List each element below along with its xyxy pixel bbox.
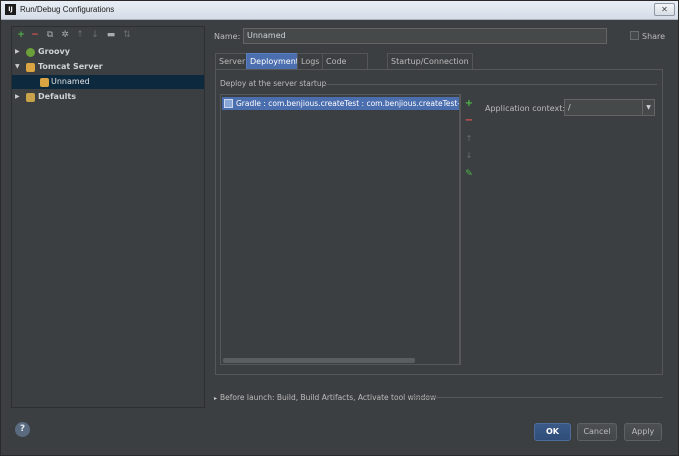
tree-item-defaults[interactable]: ▶ Defaults: [12, 90, 204, 104]
add-icon[interactable]: +: [16, 30, 26, 40]
expand-arrow-icon[interactable]: ▸: [214, 395, 217, 402]
before-launch-section[interactable]: ▸ Before launch: Build, Build Artifacts, …: [214, 393, 436, 402]
edit-artifact-icon[interactable]: ✎: [464, 169, 474, 179]
tab-code-coverage[interactable]: Code Coverage: [322, 53, 369, 81]
artifacts-toolbar: + − ↑ ↓ ✎: [460, 94, 476, 365]
cancel-button[interactable]: Cancel: [577, 423, 617, 441]
tree-item-label: Unnamed: [51, 77, 90, 86]
intellij-app-icon: IJ: [5, 4, 16, 15]
tree-item-tomcat-server[interactable]: ▼ Tomcat Server: [12, 60, 204, 74]
expand-arrow-icon[interactable]: ▶: [15, 45, 23, 59]
tree-item-label: Tomcat Server: [38, 62, 103, 71]
tomcat-config-icon: [40, 78, 49, 87]
configurations-toolbar: + − ⧉ ✲ ↑ ↓ ▬ ⇅: [12, 27, 204, 44]
move-down-icon[interactable]: ↓: [464, 151, 474, 161]
tab-deployment[interactable]: Deployment: [246, 53, 303, 69]
edit-defaults-icon[interactable]: ✲: [60, 30, 70, 40]
remove-icon[interactable]: −: [30, 30, 40, 40]
tree-item-label: Groovy: [38, 47, 70, 56]
tree-item-unnamed[interactable]: Unnamed: [12, 75, 204, 89]
folder-icon[interactable]: ▬: [106, 30, 116, 40]
gradle-artifact-icon: [224, 99, 233, 108]
ok-button[interactable]: OK: [534, 423, 571, 441]
tree-item-label: Defaults: [38, 92, 76, 101]
sort-icon[interactable]: ⇅: [122, 30, 132, 40]
application-context-combobox[interactable]: / ▼: [564, 99, 655, 116]
collapse-arrow-icon[interactable]: ▼: [15, 60, 23, 74]
artifact-label: Gradle : com.benjious.createTest : com.b…: [236, 99, 459, 108]
configurations-panel: + − ⧉ ✲ ↑ ↓ ▬ ⇅ ▶ Groovy ▼ Tomcat Server…: [11, 26, 205, 408]
share-checkbox[interactable]: [630, 31, 639, 40]
groovy-icon: [26, 48, 35, 57]
artifacts-list[interactable]: Gradle : com.benjious.createTest : com.b…: [220, 94, 460, 365]
tab-server[interactable]: Server: [215, 53, 250, 69]
apply-button[interactable]: Apply: [624, 423, 662, 441]
move-down-icon[interactable]: ↓: [90, 30, 100, 40]
remove-artifact-icon[interactable]: −: [464, 116, 474, 126]
tab-startup-connection[interactable]: Startup/Connection: [387, 53, 473, 69]
close-button[interactable]: ✕: [654, 3, 675, 16]
tab-logs[interactable]: Logs: [297, 53, 324, 69]
tomcat-icon: [26, 63, 35, 72]
move-up-icon[interactable]: ↑: [464, 134, 474, 144]
horizontal-scrollbar[interactable]: [223, 357, 459, 364]
share-label: Share: [642, 32, 666, 41]
defaults-icon: [26, 93, 35, 102]
move-up-icon[interactable]: ↑: [75, 30, 85, 40]
list-item[interactable]: Gradle : com.benjious.createTest : com.b…: [222, 97, 459, 110]
help-button[interactable]: ?: [15, 422, 30, 437]
application-context-label: Application context:: [485, 104, 566, 113]
deploy-group-label: Deploy at the server startup: [220, 79, 327, 88]
chevron-down-icon[interactable]: ▼: [642, 100, 654, 115]
copy-icon[interactable]: ⧉: [45, 30, 55, 40]
before-launch-label: Before launch: Build, Build Artifacts, A…: [220, 393, 437, 402]
name-label: Name:: [214, 32, 241, 41]
expand-arrow-icon[interactable]: ▶: [15, 90, 23, 104]
deployment-panel: Deploy at the server startup Gradle : co…: [215, 69, 663, 375]
scrollbar-thumb[interactable]: [223, 358, 415, 363]
before-launch-divider: [411, 397, 663, 398]
title-bar: IJ Run/Debug Configurations ✕: [1, 1, 678, 20]
tree-item-groovy[interactable]: ▶ Groovy: [12, 45, 204, 59]
run-debug-configurations-dialog: IJ Run/Debug Configurations ✕ + − ⧉ ✲ ↑ …: [0, 0, 679, 456]
add-artifact-icon[interactable]: +: [464, 99, 474, 109]
application-context-value: /: [568, 103, 571, 112]
group-divider: [323, 84, 657, 85]
window-title: Run/Debug Configurations: [20, 5, 115, 14]
name-input[interactable]: Unnamed: [243, 28, 607, 44]
